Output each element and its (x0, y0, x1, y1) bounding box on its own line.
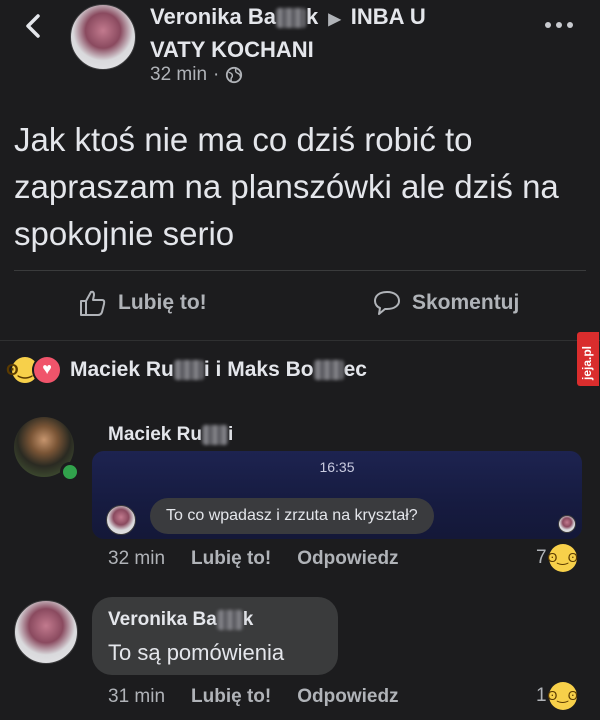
commenter-avatar[interactable] (14, 600, 78, 664)
reaction-names: Maciek Ru i i Maks Bo ec (70, 358, 367, 381)
redacted-blur (313, 360, 344, 381)
love-reaction-icon: ♥ (32, 355, 62, 385)
comment-reactions[interactable]: 7 ʘ‿ʘ (536, 544, 578, 572)
comment-bubble: Veronika Ba k To są pomówienia (92, 597, 338, 675)
post-meta: 32 min · (150, 64, 243, 86)
more-icon (545, 22, 573, 28)
online-indicator (60, 462, 80, 482)
watermark-text: jeja.pl (580, 345, 594, 380)
chevron-left-icon (26, 14, 40, 38)
comment-time[interactable]: 32 min (108, 548, 165, 570)
comment-time[interactable]: 31 min (108, 686, 165, 708)
divider (0, 340, 600, 341)
watermark-logo: jeja.pl (577, 332, 599, 386)
thumbs-up-icon (80, 290, 106, 316)
comment-button[interactable]: Skomentuj (372, 288, 519, 318)
comment-author[interactable]: Maciek Ru i (108, 424, 233, 446)
redacted-blur (216, 609, 243, 630)
comment-icon (374, 291, 400, 315)
post-header: Veronika Ba k ▶ INBA U VATY KOCHANI (150, 2, 540, 65)
comment-text: To są pomówienia (108, 640, 285, 665)
globe-icon (226, 66, 243, 84)
post-body: Jak ktoś nie ma co dziś robić to zaprasz… (14, 121, 559, 252)
separator-dot: · (213, 64, 220, 85)
reaction-count: 1 (536, 685, 547, 706)
group-name[interactable]: INBA U (351, 4, 426, 29)
divider (14, 270, 586, 271)
chat-bubble: To co wpadasz i zrzuta na kryształ? (150, 498, 434, 534)
chat-screenshot-attachment[interactable]: 16:35 To co wpadasz i zrzuta na kryształ… (92, 451, 582, 539)
redacted-blur (173, 360, 204, 381)
redacted-blur (201, 424, 228, 445)
like-button[interactable]: Lubię to! (78, 288, 207, 318)
author-name[interactable]: Veronika Ba k (150, 4, 318, 29)
comment-reactions[interactable]: 1 ʘ‿ʘ (536, 682, 578, 710)
redacted-blur (275, 8, 306, 29)
comment-like-button[interactable]: Lubię to! (191, 686, 271, 708)
group-name-cont[interactable]: VATY KOCHANI (150, 37, 314, 62)
comment-author[interactable]: Veronika Ba k (108, 609, 253, 631)
chat-avatar (106, 505, 136, 535)
reaction-count: 7 (536, 547, 547, 568)
haha-reaction-icon: ʘ‿ʘ (547, 544, 578, 572)
comment-reply-button[interactable]: Odpowiedz (297, 686, 398, 708)
comment-actions: 32 min Lubię to! Odpowiedz (108, 548, 399, 570)
post-time[interactable]: 32 min (150, 64, 207, 86)
comment-reply-button[interactable]: Odpowiedz (297, 548, 398, 570)
more-button[interactable] (545, 18, 581, 32)
comment-label: Skomentuj (412, 291, 520, 314)
back-button[interactable] (18, 10, 50, 42)
chat-time: 16:35 (319, 459, 355, 475)
seen-avatar (558, 515, 576, 533)
comment-actions: 31 min Lubię to! Odpowiedz (108, 686, 399, 708)
group-arrow-icon: ▶ (328, 11, 341, 28)
reaction-summary[interactable]: ʘ‿ʘ ♥ Maciek Ru i i Maks Bo ec (6, 355, 367, 385)
haha-reaction-icon: ʘ‿ʘ (547, 682, 578, 710)
comment-like-button[interactable]: Lubię to! (191, 548, 271, 570)
like-label: Lubię to! (118, 291, 207, 314)
author-avatar[interactable] (70, 4, 136, 70)
